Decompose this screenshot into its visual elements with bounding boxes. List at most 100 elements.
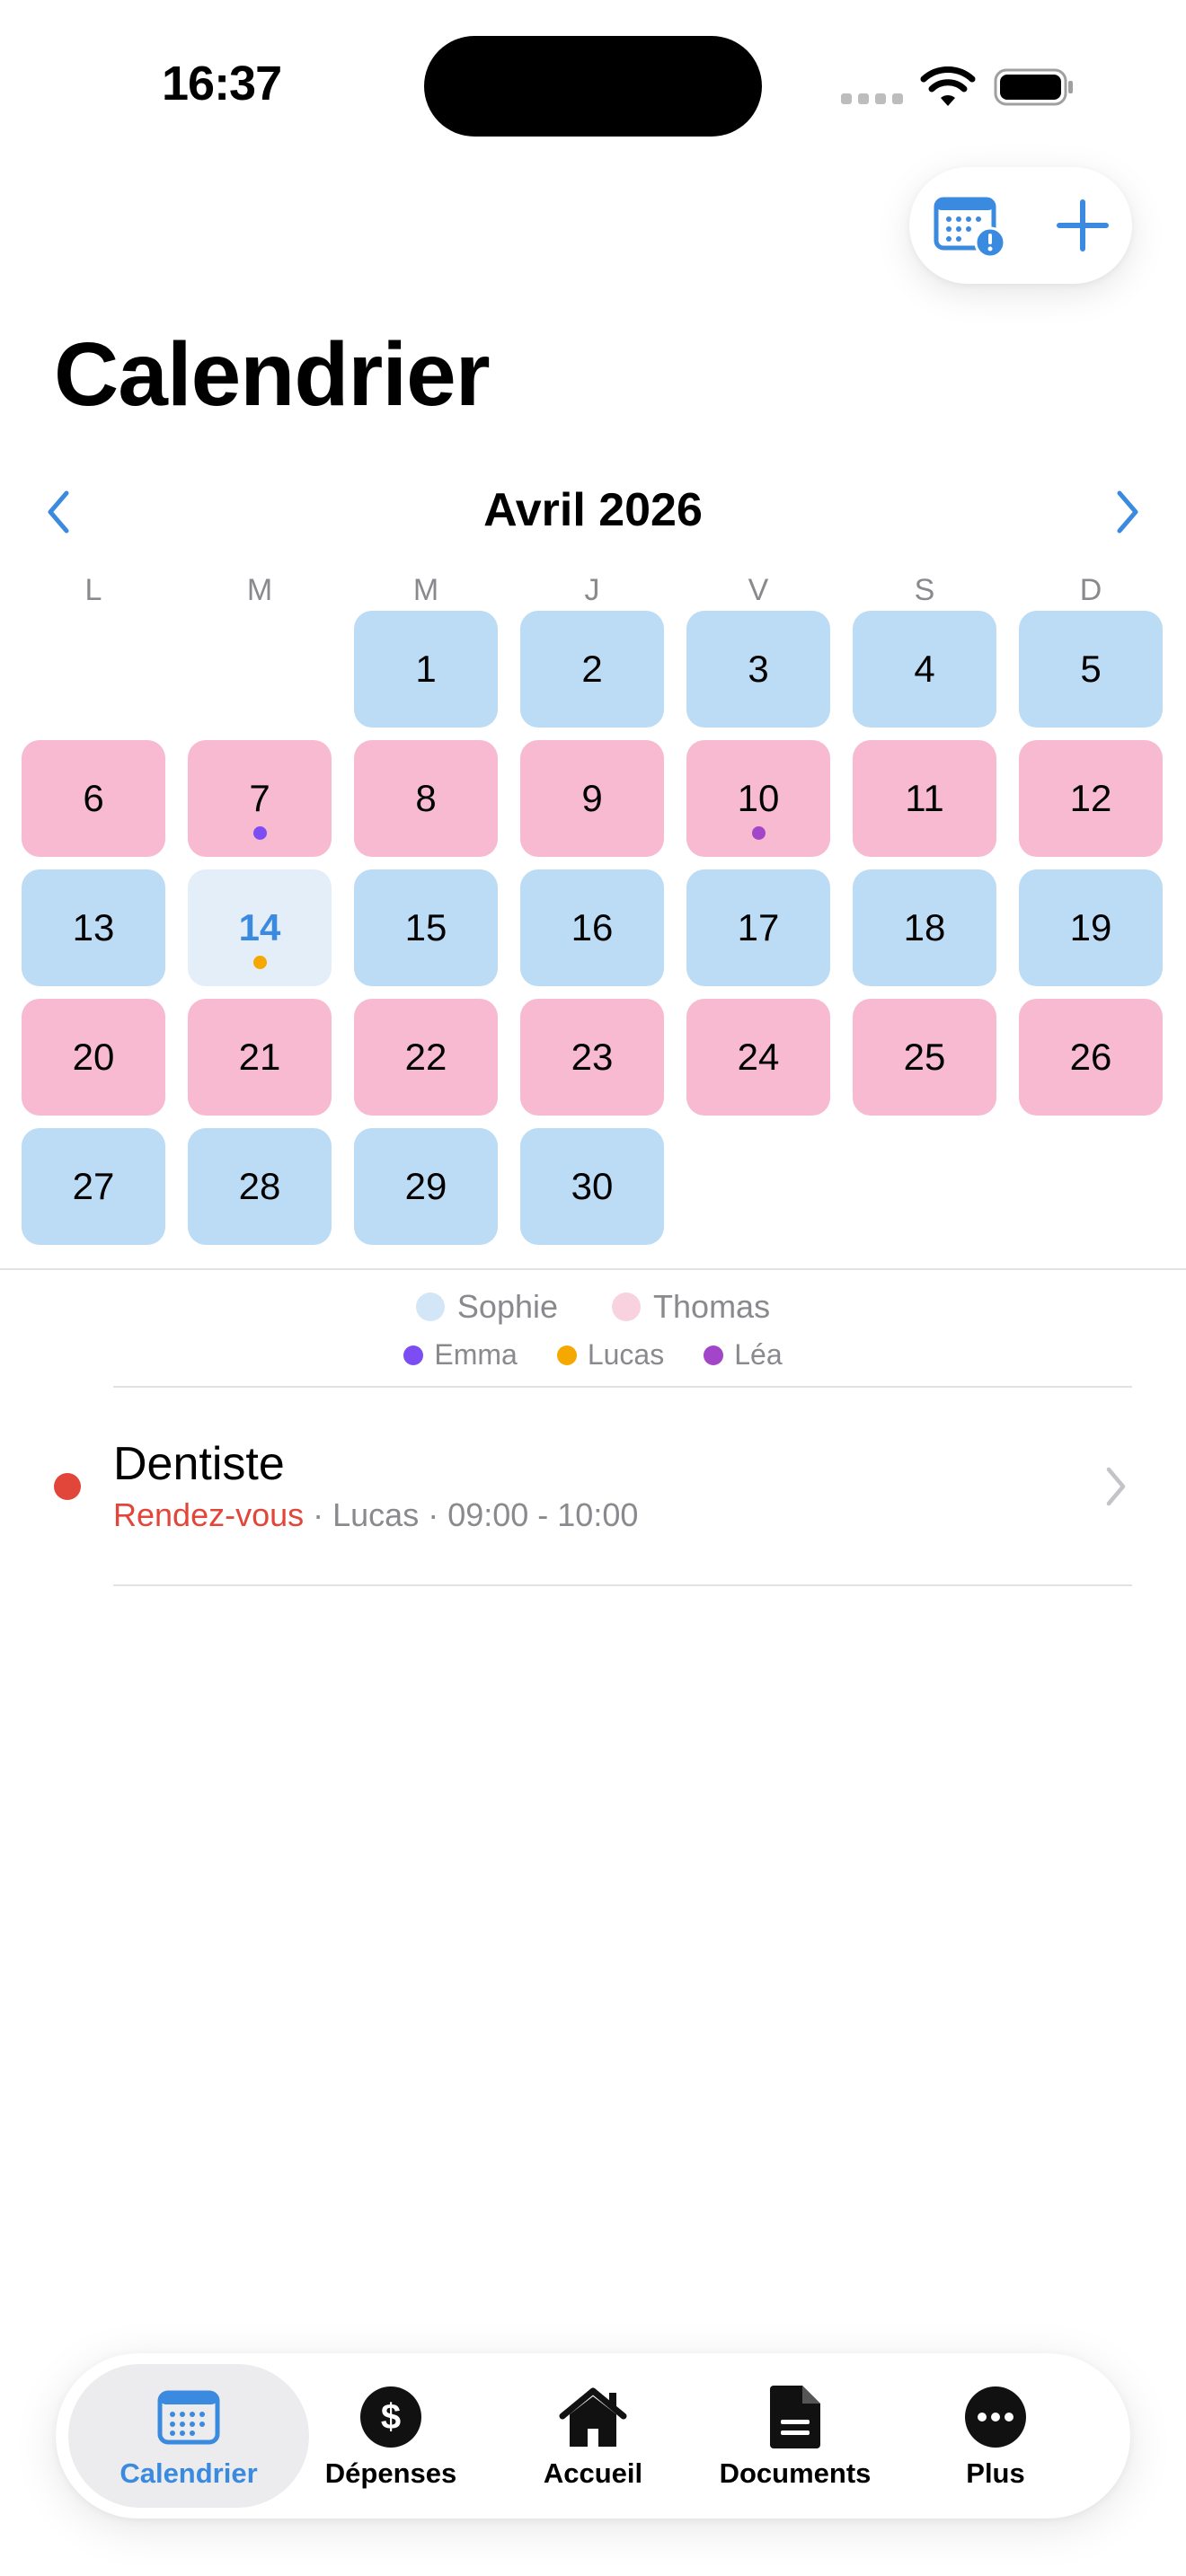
day-cell-24[interactable]: 24 bbox=[686, 999, 830, 1116]
day-number: 25 bbox=[903, 1036, 946, 1078]
legend-item-emma: Emma bbox=[403, 1338, 518, 1372]
day-cell-14[interactable]: 14 bbox=[188, 869, 332, 986]
dynamic-island bbox=[424, 36, 762, 137]
day-cell-11[interactable]: 11 bbox=[853, 740, 996, 857]
day-cell-29[interactable]: 29 bbox=[354, 1128, 498, 1245]
day-cell-2[interactable]: 2 bbox=[520, 611, 664, 728]
tab-label: Calendrier bbox=[119, 2457, 258, 2489]
day-cell-20[interactable]: 20 bbox=[22, 999, 165, 1116]
tab-depenses[interactable]: $ Dépenses bbox=[316, 2364, 465, 2508]
day-cell-18[interactable]: 18 bbox=[853, 869, 996, 986]
legend-children: Emma Lucas Léa bbox=[0, 1338, 1186, 1372]
tab-label: Dépenses bbox=[324, 2457, 457, 2489]
document-icon bbox=[770, 2386, 820, 2448]
day-number: 3 bbox=[748, 648, 769, 690]
event-dot bbox=[752, 826, 766, 840]
tab-label: Accueil bbox=[543, 2457, 643, 2489]
day-cell-19[interactable]: 19 bbox=[1019, 869, 1163, 986]
day-number: 29 bbox=[404, 1165, 447, 1207]
day-cell-12[interactable]: 12 bbox=[1019, 740, 1163, 857]
day-cell-22[interactable]: 22 bbox=[354, 999, 498, 1116]
legend-label: Léa bbox=[734, 1338, 783, 1371]
day-cell-16[interactable]: 16 bbox=[520, 869, 664, 986]
day-number: 5 bbox=[1080, 648, 1102, 690]
day-cell-3[interactable]: 3 bbox=[686, 611, 830, 728]
calendar-alert-icon bbox=[934, 197, 1006, 259]
empty-day-cell bbox=[22, 611, 165, 728]
event-dot bbox=[253, 956, 267, 969]
day-cell-6[interactable]: 6 bbox=[22, 740, 165, 857]
day-number: 21 bbox=[238, 1036, 281, 1078]
legend-item-sophie: Sophie bbox=[415, 1288, 559, 1326]
calendar-alert-button[interactable] bbox=[925, 185, 1015, 266]
day-number: 20 bbox=[72, 1036, 115, 1078]
weekday-header: L M M J V S D bbox=[22, 573, 1164, 608]
day-cell-13[interactable]: 13 bbox=[22, 869, 165, 986]
day-cell-1[interactable]: 1 bbox=[354, 611, 498, 728]
day-number: 7 bbox=[249, 777, 270, 819]
tab-accueil[interactable]: Accueil bbox=[518, 2364, 668, 2508]
svg-text:$: $ bbox=[381, 2397, 401, 2437]
calendar-icon bbox=[157, 2390, 220, 2445]
month-label: Avril 2026 bbox=[483, 484, 703, 536]
weekday-label: V bbox=[748, 573, 769, 607]
legend-swatch bbox=[415, 1292, 445, 1321]
day-cell-7[interactable]: 7 bbox=[188, 740, 332, 857]
day-number: 6 bbox=[83, 777, 104, 819]
day-number: 18 bbox=[903, 906, 946, 948]
day-cell-25[interactable]: 25 bbox=[853, 999, 996, 1116]
day-number: 15 bbox=[404, 906, 447, 948]
more-icon bbox=[965, 2386, 1026, 2448]
tab-documents[interactable]: Documents bbox=[710, 2364, 881, 2508]
weekday-label: S bbox=[914, 573, 935, 607]
day-cell-17[interactable]: 17 bbox=[686, 869, 830, 986]
day-cell-8[interactable]: 8 bbox=[354, 740, 498, 857]
tab-label: Plus bbox=[966, 2457, 1025, 2489]
event-color-dot bbox=[54, 1473, 81, 1500]
dollar-icon: $ bbox=[360, 2386, 421, 2448]
day-number: 23 bbox=[571, 1036, 614, 1078]
add-event-button[interactable] bbox=[1042, 185, 1123, 266]
day-cell-23[interactable]: 23 bbox=[520, 999, 664, 1116]
tab-label: Documents bbox=[719, 2457, 872, 2489]
day-number: 14 bbox=[238, 906, 281, 948]
day-cell-5[interactable]: 5 bbox=[1019, 611, 1163, 728]
day-cell-9[interactable]: 9 bbox=[520, 740, 664, 857]
legend-item-lucas: Lucas bbox=[556, 1338, 665, 1372]
event-meta: Rendez-vous · Lucas · 09:00 - 10:00 bbox=[113, 1496, 638, 1534]
next-month-button[interactable] bbox=[1105, 485, 1150, 539]
event-person: · Lucas bbox=[313, 1496, 420, 1533]
tab-calendrier[interactable]: Calendrier bbox=[68, 2364, 309, 2508]
day-number: 19 bbox=[1069, 906, 1112, 948]
legend-label: Emma bbox=[434, 1338, 518, 1371]
day-cell-27[interactable]: 27 bbox=[22, 1128, 165, 1245]
day-cell-30[interactable]: 30 bbox=[520, 1128, 664, 1245]
day-number: 30 bbox=[571, 1165, 614, 1207]
legend-swatch bbox=[612, 1292, 642, 1321]
day-number: 13 bbox=[72, 906, 115, 948]
legend-label: Lucas bbox=[587, 1338, 665, 1371]
day-cell-26[interactable]: 26 bbox=[1019, 999, 1163, 1116]
day-number: 9 bbox=[581, 777, 603, 819]
legend-label: Thomas bbox=[653, 1288, 771, 1325]
day-number: 8 bbox=[415, 777, 437, 819]
chevron-right-icon bbox=[1117, 490, 1138, 534]
previous-month-button[interactable] bbox=[36, 485, 81, 539]
day-cell-21[interactable]: 21 bbox=[188, 999, 332, 1116]
tab-plus[interactable]: Plus bbox=[925, 2364, 1066, 2508]
divider bbox=[0, 1268, 1186, 1270]
day-number: 11 bbox=[905, 777, 944, 819]
weekday-label: J bbox=[584, 573, 600, 607]
legend-item-lea: Léa bbox=[704, 1338, 783, 1372]
day-cell-15[interactable]: 15 bbox=[354, 869, 498, 986]
weekday-label: M bbox=[412, 573, 439, 607]
day-cell-28[interactable]: 28 bbox=[188, 1128, 332, 1245]
legend-label: Sophie bbox=[456, 1288, 559, 1325]
day-cell-4[interactable]: 4 bbox=[853, 611, 996, 728]
wifi-icon bbox=[920, 66, 976, 106]
day-number: 17 bbox=[737, 906, 780, 948]
day-cell-10[interactable]: 10 bbox=[686, 740, 830, 857]
page-title: Calendrier bbox=[54, 324, 491, 425]
legend-parents: Sophie Thomas bbox=[0, 1288, 1186, 1326]
day-number: 24 bbox=[737, 1036, 780, 1078]
